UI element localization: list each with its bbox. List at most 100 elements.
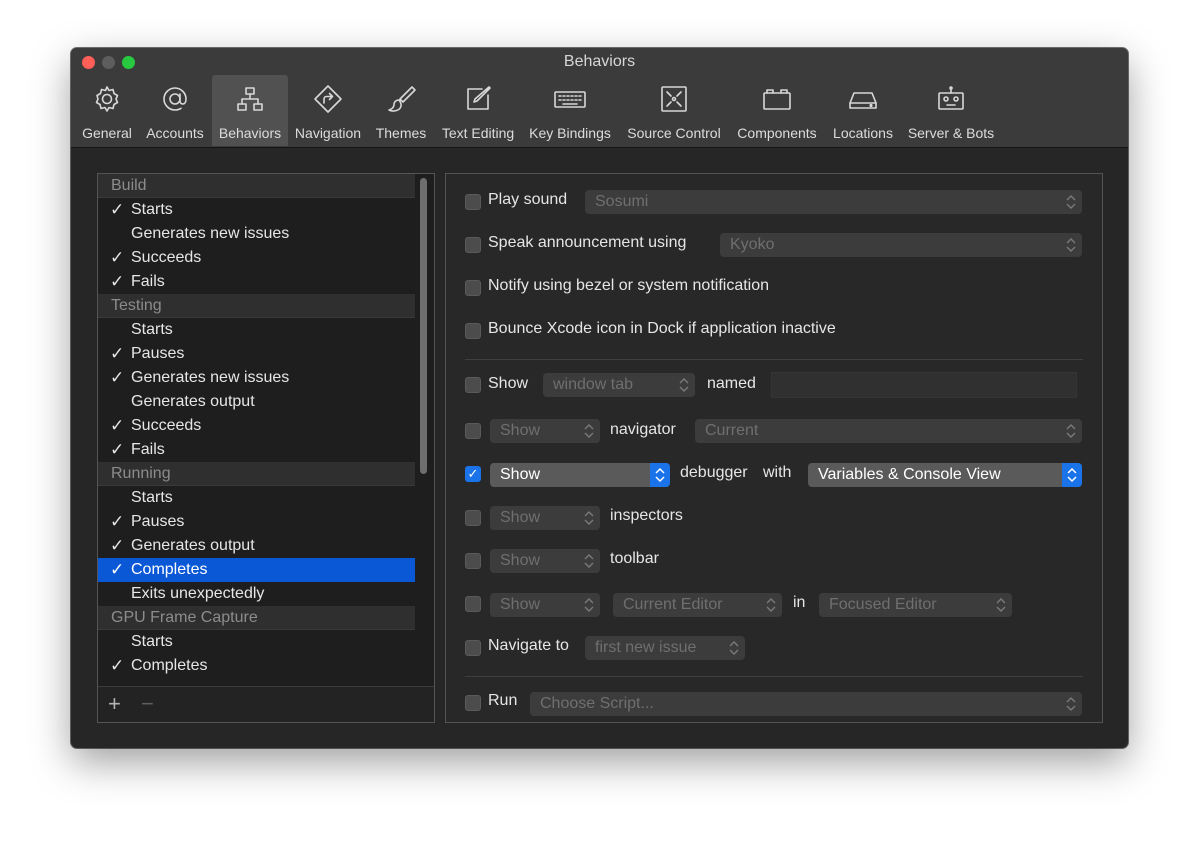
tab-name-field[interactable] bbox=[771, 372, 1077, 398]
add-behavior-button[interactable]: + bbox=[108, 691, 121, 717]
list-item[interactable]: ✓ Completes bbox=[98, 654, 415, 678]
notify-label: Notify using bezel or system notificatio… bbox=[488, 277, 770, 294]
tab-text-editing[interactable]: Text Editing bbox=[436, 75, 520, 146]
behaviors-list[interactable]: Build ✓ Starts Generates new issues ✓ Succ… bbox=[98, 174, 415, 686]
speak-announcement-label: Speak announcement using bbox=[488, 234, 687, 251]
window-tab-popup[interactable]: window tab bbox=[543, 373, 695, 397]
inspectors-show-popup[interactable]: Show bbox=[490, 506, 600, 530]
tab-behaviors[interactable]: Behaviors bbox=[212, 75, 288, 146]
notify-checkbox[interactable] bbox=[465, 280, 481, 296]
list-item-selected[interactable]: ✓ Completes bbox=[98, 558, 415, 582]
list-item[interactable]: ✓ Generates new issues bbox=[98, 366, 415, 390]
list-footer: + − bbox=[98, 686, 434, 722]
list-scrollbar[interactable] bbox=[420, 178, 427, 474]
list-item[interactable]: Starts bbox=[98, 486, 415, 510]
drive-icon bbox=[847, 83, 879, 115]
navigate-to-checkbox[interactable] bbox=[465, 640, 481, 656]
at-sign-icon bbox=[159, 83, 191, 115]
toolbar-label: toolbar bbox=[610, 550, 659, 567]
editor-checkbox[interactable] bbox=[465, 596, 481, 612]
list-item[interactable]: ✓ Fails bbox=[98, 270, 415, 294]
editor-type-popup[interactable]: Current Editor bbox=[613, 593, 782, 617]
list-item[interactable]: ✓ Succeeds bbox=[98, 414, 415, 438]
show-tab-label: Show bbox=[488, 375, 529, 392]
named-label: named bbox=[707, 375, 756, 392]
tab-locations[interactable]: Locations bbox=[827, 75, 899, 146]
list-item[interactable]: ✓ Generates output bbox=[98, 534, 415, 558]
updown-arrows-icon bbox=[1066, 193, 1076, 211]
tab-themes[interactable]: Themes bbox=[370, 75, 432, 146]
navigation-arrow-icon bbox=[312, 83, 344, 115]
keyboard-icon bbox=[554, 83, 586, 115]
checkmark-icon: ✓ bbox=[110, 272, 125, 291]
toolbar-checkbox[interactable] bbox=[465, 553, 481, 569]
list-item[interactable]: ✓ Starts bbox=[98, 198, 415, 222]
updown-arrows-icon bbox=[584, 552, 594, 570]
window-title: Behaviors bbox=[563, 53, 636, 70]
navigator-target-popup[interactable]: Current bbox=[695, 419, 1082, 443]
play-sound-checkbox[interactable] bbox=[465, 194, 481, 210]
tab-key-bindings[interactable]: Key Bindings bbox=[525, 75, 615, 146]
list-item[interactable]: ✓ Fails bbox=[98, 438, 415, 462]
updown-arrows-icon bbox=[1066, 695, 1076, 713]
tab-general[interactable]: General bbox=[78, 75, 136, 146]
tab-accounts[interactable]: Accounts bbox=[142, 75, 208, 146]
pencil-square-icon bbox=[462, 83, 494, 115]
editor-target-popup[interactable]: Focused Editor bbox=[819, 593, 1012, 617]
toolbar-show-popup[interactable]: Show bbox=[490, 549, 600, 573]
speak-announcement-checkbox[interactable] bbox=[465, 237, 481, 253]
updown-arrows-icon bbox=[650, 463, 670, 487]
updown-arrows-icon bbox=[584, 422, 594, 440]
remove-behavior-button[interactable]: − bbox=[141, 691, 154, 717]
show-tab-checkbox[interactable] bbox=[465, 377, 481, 393]
checkmark-icon: ✓ bbox=[110, 248, 125, 267]
list-item[interactable]: ✓ Pauses bbox=[98, 510, 415, 534]
robot-icon bbox=[935, 83, 967, 115]
inspectors-checkbox[interactable] bbox=[465, 510, 481, 526]
source-control-icon bbox=[658, 83, 690, 115]
titlebar: Behaviors General Accounts Behaviors Nav… bbox=[71, 48, 1128, 148]
navigate-target-popup[interactable]: first new issue bbox=[585, 636, 745, 660]
list-item[interactable]: Starts bbox=[98, 318, 415, 342]
list-item[interactable]: ✓ Succeeds bbox=[98, 246, 415, 270]
preferences-window: Behaviors General Accounts Behaviors Nav… bbox=[71, 48, 1128, 748]
list-item[interactable]: Starts bbox=[98, 630, 415, 654]
updown-arrows-icon bbox=[729, 639, 739, 657]
bounce-icon-checkbox[interactable] bbox=[465, 323, 481, 339]
group-header-testing: Testing bbox=[98, 294, 415, 318]
tab-source-control[interactable]: Source Control bbox=[621, 75, 727, 146]
navigator-show-popup[interactable]: Show bbox=[490, 419, 600, 443]
checkmark-icon: ✓ bbox=[467, 466, 479, 481]
checkmark-icon: ✓ bbox=[110, 656, 125, 675]
bounce-icon-label: Bounce Xcode icon in Dock if application… bbox=[488, 320, 836, 337]
debugger-checkbox[interactable]: ✓ bbox=[465, 466, 481, 482]
debugger-view-popup[interactable]: Variables & Console View bbox=[808, 463, 1082, 487]
separator bbox=[465, 359, 1083, 360]
script-popup[interactable]: Choose Script... bbox=[530, 692, 1082, 716]
checkmark-icon: ✓ bbox=[110, 440, 125, 459]
tab-components[interactable]: Components bbox=[732, 75, 822, 146]
editor-show-popup[interactable]: Show bbox=[490, 593, 600, 617]
list-item[interactable]: Generates new issues bbox=[98, 222, 415, 246]
hierarchy-icon bbox=[234, 83, 266, 115]
debugger-label: debugger bbox=[680, 464, 748, 481]
updown-arrows-icon bbox=[1066, 422, 1076, 440]
list-item[interactable]: ✓ Pauses bbox=[98, 342, 415, 366]
group-header-gpu-frame-capture: GPU Frame Capture bbox=[98, 606, 415, 630]
list-item[interactable]: Generates output bbox=[98, 390, 415, 414]
in-label: in bbox=[793, 594, 806, 611]
debugger-show-popup[interactable]: Show bbox=[490, 463, 670, 487]
tab-server-bots[interactable]: Server & Bots bbox=[903, 75, 999, 146]
sound-popup[interactable]: Sosumi bbox=[585, 190, 1082, 214]
list-item[interactable]: Exits unexpectedly bbox=[98, 582, 415, 606]
checkmark-icon: ✓ bbox=[110, 536, 125, 555]
navigate-to-label: Navigate to bbox=[488, 637, 569, 654]
tab-navigation[interactable]: Navigation bbox=[292, 75, 364, 146]
play-sound-label: Play sound bbox=[488, 191, 568, 208]
paintbrush-icon bbox=[385, 83, 417, 115]
navigator-label: navigator bbox=[610, 421, 676, 438]
run-script-checkbox[interactable] bbox=[465, 695, 481, 711]
updown-arrows-icon bbox=[584, 596, 594, 614]
navigator-checkbox[interactable] bbox=[465, 423, 481, 439]
voice-popup[interactable]: Kyoko bbox=[720, 233, 1082, 257]
